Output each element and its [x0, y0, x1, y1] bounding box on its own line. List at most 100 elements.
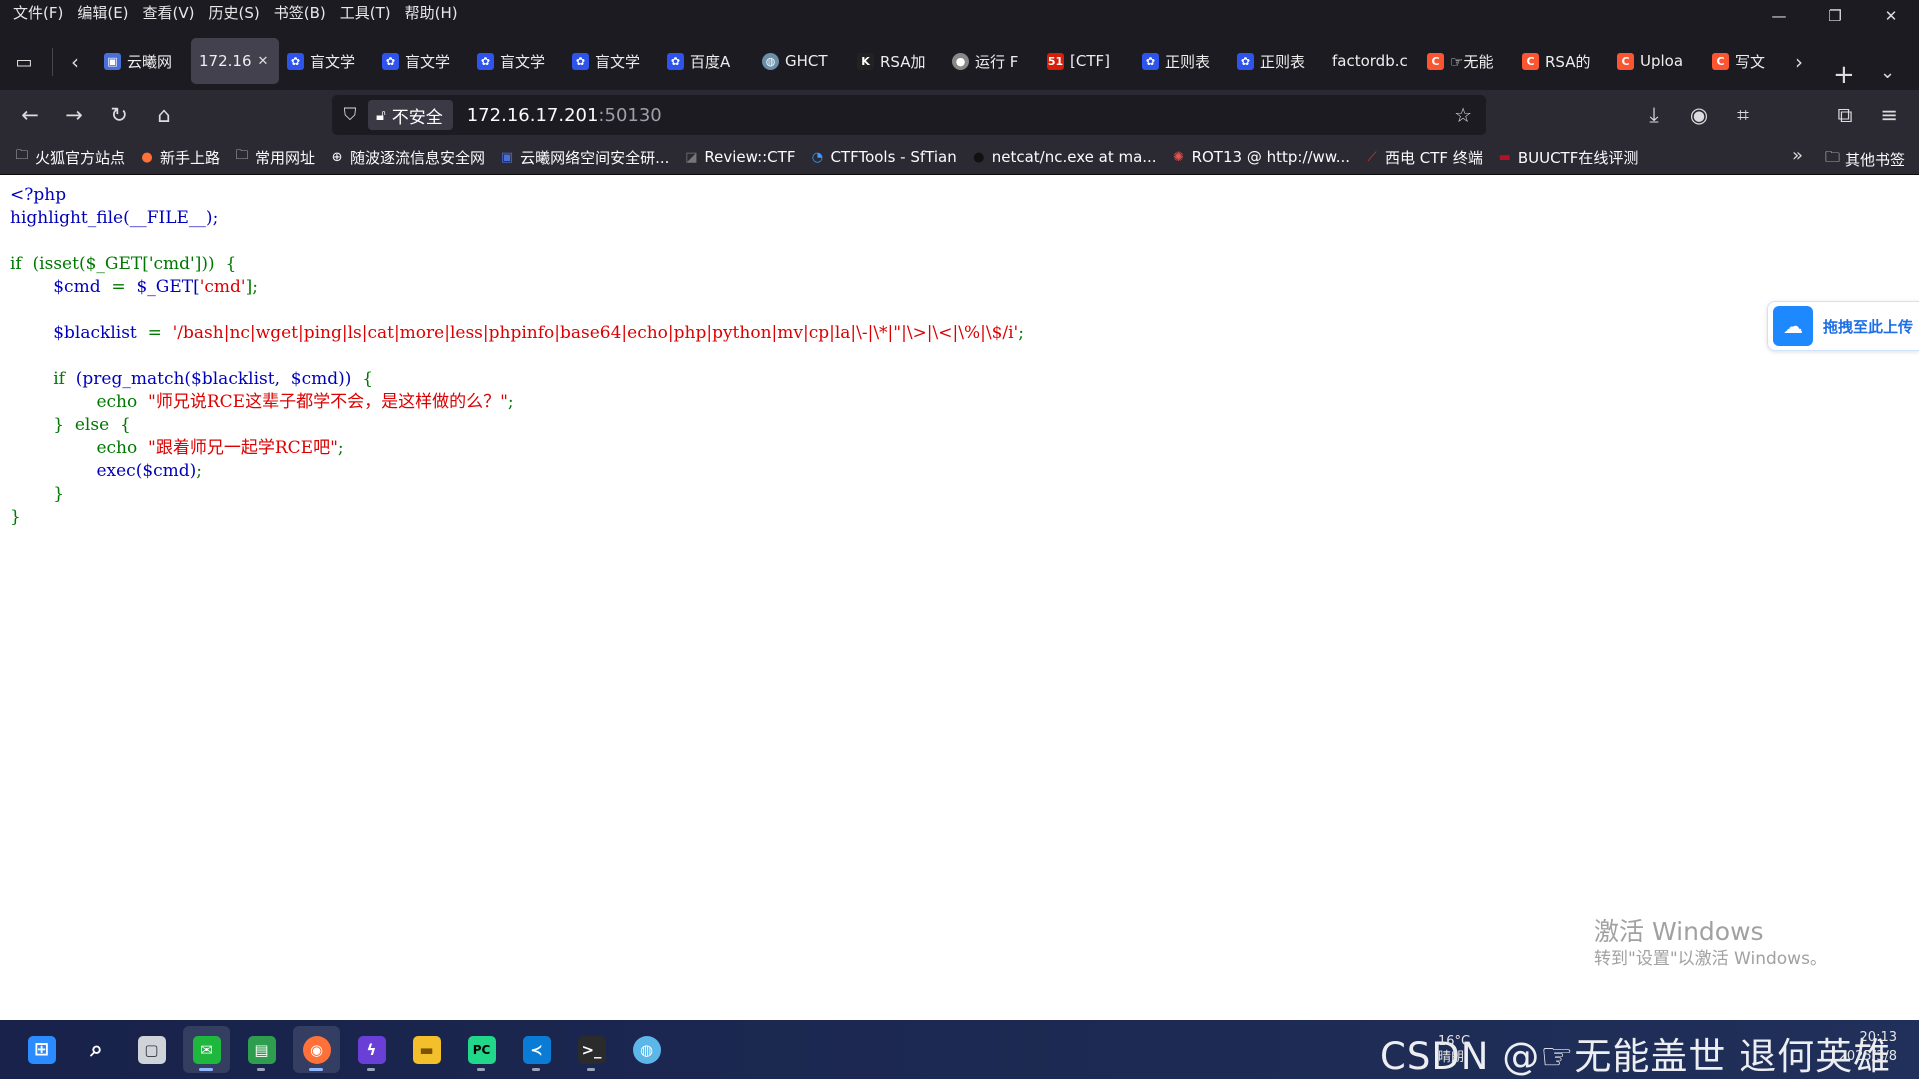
taskbar-app[interactable]: PC — [458, 1026, 505, 1073]
app-bolt-icon: ϟ — [357, 1035, 386, 1064]
baidu-paw-icon: ✿ — [477, 52, 494, 70]
drag-upload-widget[interactable]: ☁ 拖拽至此上传 — [1767, 301, 1919, 351]
bookmark-label: 常用网址 — [255, 148, 316, 167]
tracking-protection-shield-icon[interactable]: ⛉ — [332, 105, 368, 125]
menu-view[interactable]: 查看(V) — [136, 2, 202, 23]
divider — [52, 48, 53, 76]
back-icon[interactable]: ← — [14, 99, 46, 131]
bookmark-item[interactable]: ✺ ROT13 @ http://ww... — [1171, 148, 1350, 166]
clock[interactable]: 20:13 2025/3/8 — [1839, 1028, 1897, 1066]
tab[interactable]: ✿ 百度A — [659, 38, 754, 84]
account-icon[interactable]: ◉ — [1683, 99, 1715, 131]
tab[interactable]: ✿ 盲文学 — [469, 38, 564, 84]
ctftools-icon: ◔ — [811, 149, 824, 165]
scroll-tabs-left-icon[interactable]: ‹ — [62, 50, 88, 74]
screenshot-crop-icon[interactable]: ⌗ — [1727, 99, 1759, 131]
menu-bookmarks[interactable]: 书签(B) — [267, 2, 333, 23]
task-view-button[interactable]: ▢ — [128, 1026, 175, 1073]
code-token: $_GET[ — [136, 277, 200, 297]
tab[interactable]: ● 运行 F — [944, 38, 1039, 84]
tab-label: 百度A — [690, 52, 731, 71]
wechat-icon: ✉ — [192, 1035, 221, 1064]
bookmark-label: 火狐官方站点 — [35, 148, 126, 167]
home-icon[interactable]: ⌂ — [148, 99, 180, 131]
reload-icon[interactable]: ↻ — [103, 99, 135, 131]
tab[interactable]: ✿ 盲文学 — [564, 38, 659, 84]
tab[interactable]: ✿ 正则表 — [1229, 38, 1324, 84]
folder-icon: 🗀 — [15, 148, 29, 163]
search-button[interactable]: ⌕ — [73, 1026, 120, 1073]
taskbar-app[interactable]: ◍ — [623, 1026, 670, 1073]
more-bookmarks-chevron-icon[interactable]: » — [1792, 145, 1803, 166]
code-token: "跟着师兄一起学RCE吧" — [137, 438, 338, 458]
tab[interactable]: 51 [CTF] — [1039, 38, 1134, 84]
code-token: = — [100, 277, 137, 297]
taskbar-app[interactable]: ◉ — [293, 1026, 340, 1073]
menu-tools[interactable]: 工具(T) — [333, 2, 398, 23]
code-line: highlight_file(__FILE__); — [10, 208, 219, 228]
tab[interactable]: C Uploa — [1609, 38, 1704, 84]
tab[interactable]: ◍ GHCT — [754, 38, 849, 84]
bookmark-item[interactable]: ● netcat/nc.exe at ma... — [971, 148, 1157, 166]
tab[interactable]: ▣ 云曦网 — [96, 38, 191, 84]
bookmark-item[interactable]: ◪ Review::CTF — [683, 148, 795, 166]
tab[interactable]: C RSA的 — [1514, 38, 1609, 84]
firefox-view-icon[interactable]: ▭ — [10, 50, 38, 74]
tab[interactable]: C ☞无能 — [1419, 38, 1514, 84]
clock-time: 20:13 — [1859, 1030, 1897, 1045]
forward-icon[interactable]: → — [58, 99, 90, 131]
tab-active[interactable]: 172.16 ✕ — [191, 38, 279, 84]
taskbar-app[interactable]: ▤ — [238, 1026, 285, 1073]
start-button[interactable]: ⊞ — [18, 1026, 65, 1073]
baidu-paw-icon: ✿ — [287, 52, 304, 70]
scroll-tabs-right-icon[interactable]: › — [1786, 50, 1812, 74]
list-all-tabs-icon[interactable]: ⌄ — [1880, 62, 1895, 83]
bookmark-item[interactable]: ⟋ 西电 CTF 终端 — [1364, 147, 1482, 168]
other-bookmarks[interactable]: 🗀 其他书签 — [1825, 147, 1905, 172]
downloads-icon[interactable]: ⤓ — [1638, 99, 1670, 131]
bookmark-item[interactable]: ▣ 云曦网络空间安全研... — [499, 147, 669, 168]
menu-edit[interactable]: 编辑(E) — [70, 2, 135, 23]
code-line: } — [10, 484, 65, 504]
bookmark-item[interactable]: 🗀 火狐官方站点 — [14, 147, 125, 168]
bookmark-label: BUUCTF在线评测 — [1517, 148, 1639, 167]
taskbar-app[interactable]: ✉ — [183, 1026, 230, 1073]
extensions-icon[interactable]: ⧉ — [1829, 99, 1861, 131]
bookmark-item[interactable]: ▬ BUUCTF在线评测 — [1497, 147, 1639, 168]
security-label: 不安全 — [391, 107, 443, 128]
code-token: ; — [337, 438, 344, 458]
tab[interactable]: K RSA加 — [849, 38, 944, 84]
tab[interactable]: ✿ 正则表 — [1134, 38, 1229, 84]
close-tab-icon[interactable]: ✕ — [258, 54, 269, 69]
bookmark-item[interactable]: ◔ CTFTools - SfTian — [809, 148, 957, 166]
bookmark-item[interactable]: ⊕ 随波逐流信息安全网 — [329, 147, 485, 168]
taskbar-app[interactable]: >_ — [568, 1026, 615, 1073]
navigation-bar: ← → ↻ ⌂ ⛉ 🔓︎ 不安全 172.16.17.201:50130 ☆ ⤓… — [0, 90, 1919, 140]
tab[interactable]: factordb.c — [1324, 38, 1419, 84]
security-indicator[interactable]: 🔓︎ 不安全 — [368, 100, 453, 130]
tab[interactable]: ✿ 盲文学 — [374, 38, 469, 84]
weather-widget[interactable]: 16°C 晴朗 — [1438, 1034, 1470, 1066]
tab-label: factordb.c — [1332, 52, 1408, 70]
bookmark-item[interactable]: 🗀 常用网址 — [234, 147, 316, 168]
taskbar-app[interactable]: ϟ — [348, 1026, 395, 1073]
bookmark-star-icon[interactable]: ☆ — [1454, 103, 1472, 127]
new-tab-icon[interactable]: + — [1833, 60, 1855, 90]
menu-help[interactable]: 帮助(H) — [398, 2, 465, 23]
url-bar[interactable]: ⛉ 🔓︎ 不安全 172.16.17.201:50130 ☆ — [332, 95, 1486, 135]
menu-file[interactable]: 文件(F) — [6, 2, 70, 23]
activate-subtitle: 转到"设置"以激活 Windows。 — [1594, 949, 1827, 969]
baidu-paw-icon: ✿ — [1142, 52, 1159, 70]
tab[interactable]: ✿ 盲文学 — [279, 38, 374, 84]
taskbar-app[interactable]: ▬ — [403, 1026, 450, 1073]
tab[interactable]: C 写文 — [1704, 38, 1774, 84]
menu-history[interactable]: 历史(S) — [202, 2, 267, 23]
taskbar-app[interactable]: ≺ — [513, 1026, 560, 1073]
code-token: 'cmd' — [199, 277, 246, 297]
bookmark-item[interactable]: ● 新手上路 — [139, 147, 220, 168]
app-menu-icon[interactable]: ≡ — [1873, 99, 1905, 131]
tab-label: 正则表 — [1260, 52, 1306, 71]
url-text[interactable]: 172.16.17.201:50130 — [467, 105, 662, 126]
terminal-window-icon: ▤ — [247, 1035, 276, 1064]
